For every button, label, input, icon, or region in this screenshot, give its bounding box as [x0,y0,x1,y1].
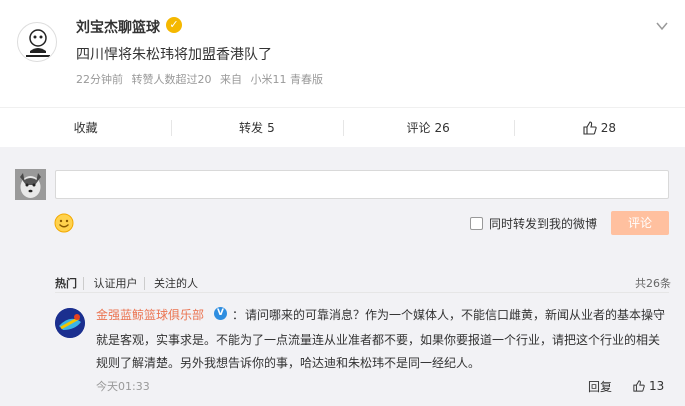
commenter-avatar[interactable] [55,308,85,338]
verified-blue-icon: V [214,307,227,320]
author-avatar[interactable] [17,22,57,62]
comment-like-count: 13 [649,379,665,393]
repost-checkbox-label[interactable]: 同时转发到我的微博 [489,215,597,232]
comment-filter-tabs: 热门 认证用户 关注的人 [55,275,210,291]
comment-colon: ： [232,308,245,322]
emoji-icon[interactable] [54,213,74,233]
comment-button[interactable]: 评论 26 [342,108,514,147]
comment-total: 共26条 [635,277,671,290]
comment-text-line-2: 就是客观，实事求是。不能为了一点流量连从业准者都不要，如果你要报道一个行业，请把… [96,333,661,347]
repost-count: 5 [267,120,275,135]
post-text: 四川悍将朱松玮将加盟香港队了 [76,47,272,63]
comment-like-button[interactable]: 13 [633,379,664,393]
like-button[interactable]: 28 [513,108,685,147]
repost-label: 转发 [239,121,264,135]
divider [55,292,669,293]
comment-input[interactable] [55,170,669,199]
tab-hot[interactable]: 热门 [55,277,84,290]
tab-verified-users[interactable]: 认证用户 [93,277,145,290]
comment-count: 26 [434,120,450,135]
post-repost-note: 转赞人数超过20 [131,73,212,86]
repost-checkbox[interactable] [470,217,483,230]
favorite-button[interactable]: 收藏 [0,108,171,147]
submit-comment-button[interactable]: 评论 [611,211,669,235]
thumbs-up-icon [583,120,597,135]
my-avatar[interactable] [15,169,46,200]
post-meta: 22分钟前 转赞人数超过20 来自 小米11 青春版 [76,71,328,87]
comment-label: 评论 [406,121,431,135]
comment-reply-button[interactable]: 回复 [588,378,612,395]
tab-following[interactable]: 关注的人 [154,277,204,290]
commenter-name[interactable]: 金强蓝鲸篮球俱乐部 [96,306,204,323]
verified-badge-icon: ✓ [166,17,182,33]
comment-text-line-1: 请问哪来的可靠消息？作为一个媒体人，不能信口雌黄，新闻从业者的基本操守 [245,308,666,322]
favorite-label: 收藏 [73,121,98,135]
action-bar: 收藏 转发 5 评论 26 28 [0,107,685,147]
comment-text-line-3: 规则了解清楚。另外我想告诉你的事，哈达迪和朱松玮不是同一经纪人。 [96,356,481,370]
comment-time: 今天01:33 [96,380,150,393]
like-count: 28 [600,120,617,135]
chevron-down-icon[interactable] [655,18,669,32]
post-time[interactable]: 22分钟前 [76,73,123,86]
post-source-prefix: 来自 [220,73,242,86]
repost-button[interactable]: 转发 5 [171,108,342,147]
post-card: 刘宝杰聊篮球 ✓ 四川悍将朱松玮将加盟香港队了 22分钟前 转赞人数超过20 来… [0,0,685,147]
author-name[interactable]: 刘宝杰聊篮球 [76,17,160,37]
post-source-device[interactable]: 小米11 青春版 [251,73,324,86]
thumbs-up-icon [633,380,645,392]
